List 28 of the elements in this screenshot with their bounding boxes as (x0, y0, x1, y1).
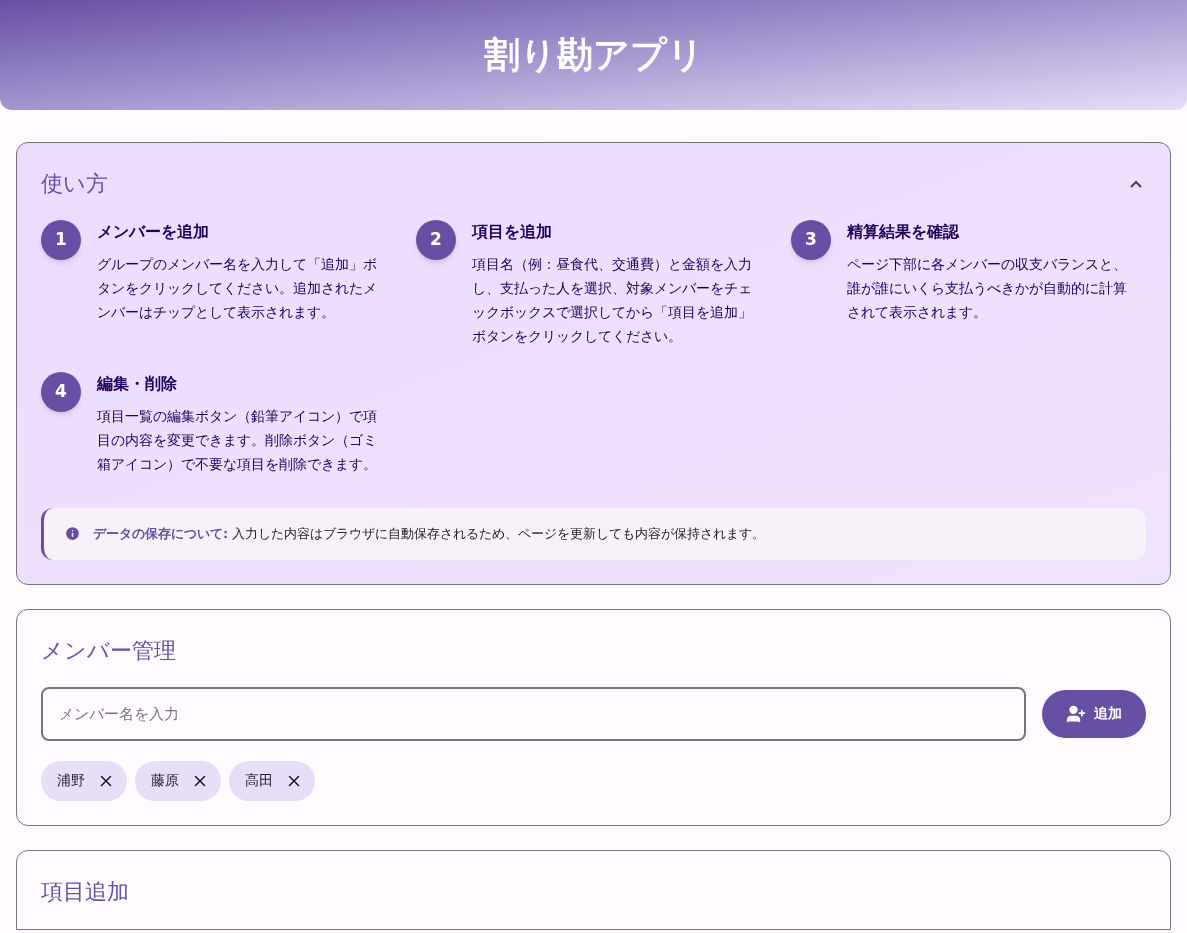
step-number: 3 (791, 220, 831, 260)
app-title: 割り勘アプリ (483, 33, 704, 77)
info-icon (64, 525, 81, 543)
step-description: ページ下部に各メンバーの収支バランスと、誰が誰にいくら支払うべきかが自動的に計算されて表示されます。 (847, 255, 1128, 322)
step-description: 項目一覧の編集ボタン（鉛筆アイコン）で項目の内容を変更できます。削除ボタン（ゴミ箱アイコン）で不要な項目を削除できます。 (97, 407, 378, 474)
step-title: 項目を追加 (472, 221, 553, 243)
chevron-icon (1130, 179, 1142, 188)
member-name: 高田 (245, 771, 273, 790)
step-description: グループのメンバー名を入力して「追加」ボタンをクリックしてください。追加されたメンバーはチップとして表示されます。 (97, 255, 378, 322)
member-name: 浦野 (57, 771, 85, 790)
info-text: データの保存について: 入力した内容はブラウザに自動保存されるため、ページを更新しても内容が保持されます。 (93, 525, 766, 543)
item-title: 項目追加 (41, 877, 130, 906)
step-number: 1 (41, 220, 81, 260)
member-chip[interactable]: 浦野 (41, 760, 127, 801)
step-number: 4 (41, 372, 81, 412)
guide-title: 使い方 (41, 170, 108, 198)
step-title: 編集・削除 (97, 373, 178, 395)
step-title: メンバーを追加 (97, 221, 210, 243)
step-number: 2 (416, 220, 456, 260)
add-member-button[interactable]: 追加 (1042, 689, 1146, 738)
step-description: 項目名（例：昼食代、交通費）と金額を入力し、支払った人を選択、対象メンバーをチェックボックスで選択してから「項目を追加」ボタンをクリックしてください。 (472, 255, 753, 346)
member-chip[interactable]: 高田 (229, 760, 315, 801)
member-name-field[interactable]: メンバー名を入力 (41, 686, 1026, 741)
add-person-icon (1066, 703, 1086, 724)
member-chip[interactable]: 藤原 (135, 760, 221, 801)
member-name: 藤原 (151, 771, 179, 790)
member-title: メンバー管理 (41, 636, 177, 665)
step-title: 精算結果を確認 (847, 221, 960, 243)
